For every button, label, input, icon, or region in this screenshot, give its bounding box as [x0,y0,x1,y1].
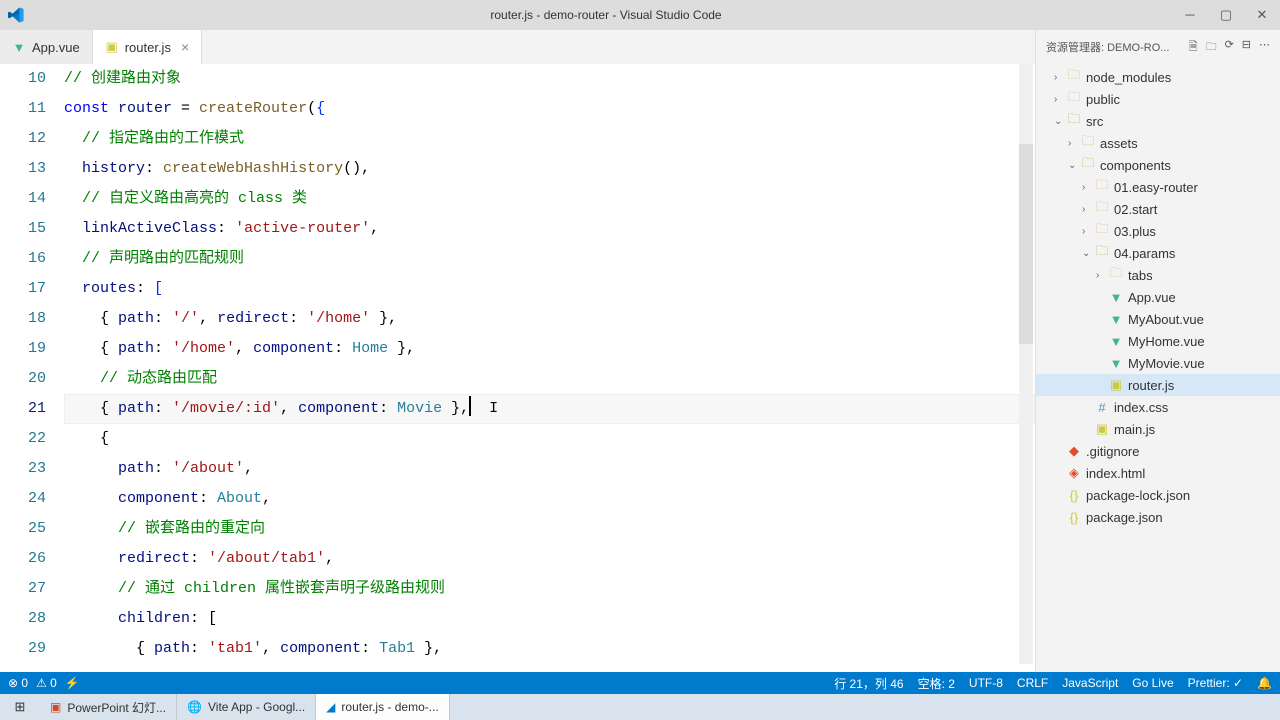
task-chrome[interactable]: 🌐Vite App - Googl... [177,694,316,720]
code-editor[interactable]: 1011121314151617181920212223242526272829… [0,64,1035,694]
js-icon: ▣ [105,40,119,54]
tree-node-modules[interactable]: ›🗀node_modules [1036,66,1280,88]
tab-label: router.js [125,40,171,55]
status-position[interactable]: 行 21，列 46 [834,675,903,692]
window-titlebar: router.js - demo-router - Visual Studio … [0,0,1280,30]
status-golive[interactable]: Go Live [1132,676,1173,690]
window-title: router.js - demo-router - Visual Studio … [32,8,1180,22]
tree-gitignore[interactable]: ◆.gitignore [1036,440,1280,462]
status-notifications-icon[interactable]: 🔔 [1257,676,1272,690]
new-file-icon[interactable]: 🗎 [1189,38,1198,57]
tab-close-icon[interactable]: × [181,39,189,55]
status-warnings[interactable]: ⚠ 0 [36,676,57,690]
status-errors[interactable]: ⊗ 0 [8,676,28,690]
tree-myhome[interactable]: ▼MyHome.vue [1036,330,1280,352]
tab-app-vue[interactable]: ▼ App.vue [0,30,93,64]
minimap[interactable] [1019,64,1033,664]
tree-src[interactable]: ⌄🗀src [1036,110,1280,132]
minimize-button[interactable]: ─ [1180,7,1200,23]
tree-components[interactable]: ⌄🗀components [1036,154,1280,176]
code-content[interactable]: // 创建路由对象const router = createRouter({ /… [64,64,1035,694]
tree-mymovie[interactable]: ▼MyMovie.vue [1036,352,1280,374]
tree-easy-router[interactable]: ›🗀01.easy-router [1036,176,1280,198]
status-spaces[interactable]: 空格: 2 [918,675,955,692]
line-gutter: 1011121314151617181920212223242526272829 [0,64,64,694]
tab-label: App.vue [32,40,80,55]
file-tree: ›🗀node_modules ›🗀public ⌄🗀src ›🗀assets ⌄… [1036,64,1280,694]
status-prettier[interactable]: Prettier: ✓ [1188,676,1243,690]
tree-main-js[interactable]: ▣main.js [1036,418,1280,440]
minimap-thumb[interactable] [1019,144,1033,344]
collapse-icon[interactable]: ⊟ [1242,38,1251,57]
maximize-button[interactable]: ▢ [1216,7,1236,23]
explorer-more-icon[interactable]: ⋯ [1259,38,1270,57]
tree-index-html[interactable]: ◈index.html [1036,462,1280,484]
tree-start[interactable]: ›🗀02.start [1036,198,1280,220]
windows-taskbar: ⊞ ▣PowerPoint 幻灯... 🌐Vite App - Googl...… [0,694,1280,720]
vue-icon: ▼ [12,40,26,54]
tree-router-js[interactable]: ▣router.js [1036,374,1280,396]
tree-app-vue[interactable]: ▼App.vue [1036,286,1280,308]
close-button[interactable]: ✕ [1252,7,1272,23]
status-encoding[interactable]: UTF-8 [969,676,1003,690]
tree-myabout[interactable]: ▼MyAbout.vue [1036,308,1280,330]
status-eol[interactable]: CRLF [1017,676,1048,690]
status-bar: ⊗ 0 ⚠ 0 ⚡ 行 21，列 46 空格: 2 UTF-8 CRLF Jav… [0,672,1280,694]
explorer-title: 资源管理器: DEMO-RO... [1046,39,1189,55]
tree-package-json[interactable]: {}package.json [1036,506,1280,528]
tree-params[interactable]: ⌄🗀04.params [1036,242,1280,264]
new-folder-icon[interactable]: 🗀 [1206,38,1217,57]
tab-router-js[interactable]: ▣ router.js × [93,30,202,64]
tree-index-css[interactable]: #index.css [1036,396,1280,418]
tree-package-lock[interactable]: {}package-lock.json [1036,484,1280,506]
status-language[interactable]: JavaScript [1062,676,1118,690]
refresh-icon[interactable]: ⟳ [1225,38,1234,57]
task-powerpoint[interactable]: ▣PowerPoint 幻灯... [40,694,177,720]
explorer-panel: 资源管理器: DEMO-RO... 🗎 🗀 ⟳ ⊟ ⋯ ›🗀node_modul… [1035,30,1280,694]
status-port-icon[interactable]: ⚡ [65,676,80,690]
start-button[interactable]: ⊞ [0,699,40,715]
task-vscode[interactable]: ◢router.js - demo-... [316,694,450,720]
tree-assets[interactable]: ›🗀assets [1036,132,1280,154]
tree-plus[interactable]: ›🗀03.plus [1036,220,1280,242]
tree-public[interactable]: ›🗀public [1036,88,1280,110]
vscode-icon [8,7,24,23]
tree-tabs[interactable]: ›🗀tabs [1036,264,1280,286]
